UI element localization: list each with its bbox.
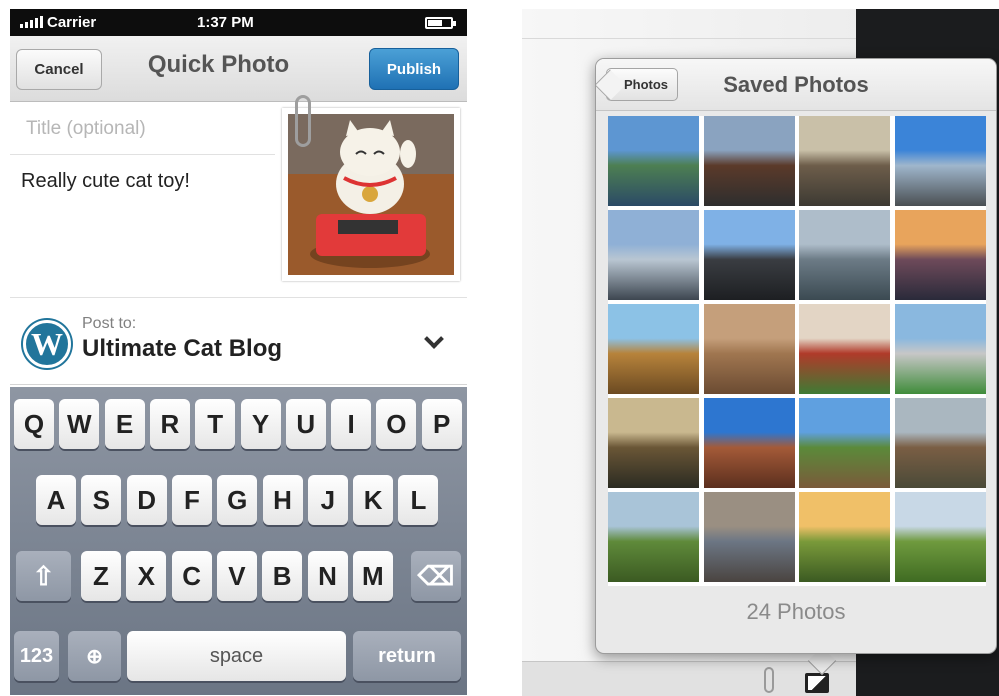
key-i[interactable]: I xyxy=(331,399,372,449)
keyboard-row-3: ⇧ ⌫ ZXCVBNM xyxy=(10,551,467,613)
divider xyxy=(522,38,856,39)
popover-navbar: Photos Saved Photos xyxy=(596,59,996,111)
post-body-field[interactable]: Really cute cat toy! xyxy=(21,170,190,193)
key-s[interactable]: S xyxy=(81,475,122,525)
photo-tile-stone-houses[interactable] xyxy=(894,398,986,488)
photo-tile-cloud-gate[interactable] xyxy=(608,210,699,300)
post-to-selector[interactable]: W Post to: Ultimate Cat Blog xyxy=(10,298,467,385)
page-title: Quick Photo xyxy=(147,51,290,78)
photo-tile-sunset-aerial[interactable] xyxy=(894,210,986,300)
key-r[interactable]: R xyxy=(149,399,190,449)
key-b[interactable]: B xyxy=(262,551,303,601)
compose-area: Title (optional) Really cute cat toy! xyxy=(10,95,467,298)
photo-tile-skyline-blue[interactable] xyxy=(894,116,986,206)
keyboard-row-2: ASDFGHJKL xyxy=(10,475,467,537)
key-h[interactable]: H xyxy=(262,475,303,525)
keyboard-row-1: QWERTYUIOP xyxy=(10,399,467,461)
photo-tile-college-arch[interactable] xyxy=(608,398,699,488)
cat-toy-photo xyxy=(288,114,454,275)
saved-photos-popover: Photos Saved Photos 24 Photos xyxy=(595,58,997,654)
iphone-screen: Carrier 1:37 PM Cancel Quick Photo Publi… xyxy=(10,9,467,695)
key-x[interactable]: X xyxy=(126,551,167,601)
photo-tile-tree-street[interactable] xyxy=(799,398,890,488)
photo-tile-ballpark[interactable] xyxy=(894,304,986,394)
title-field[interactable]: Title (optional) xyxy=(10,102,275,155)
paperclip-icon xyxy=(295,95,311,147)
attachment-icon[interactable] xyxy=(764,667,774,693)
keyboard: QWERTYUIOP ASDFGHJKL ⇧ ⌫ ZXCVBNM 123 ⊕ s… xyxy=(10,387,467,695)
key-v[interactable]: V xyxy=(216,551,257,601)
key-w[interactable]: W xyxy=(59,399,100,449)
key-j[interactable]: J xyxy=(307,475,348,525)
globe-icon[interactable]: ⊕ xyxy=(68,631,121,681)
photo-count: 24 Photos xyxy=(746,599,846,624)
image-icon[interactable] xyxy=(805,673,829,693)
photo-tile-teddy-bear[interactable] xyxy=(703,304,795,394)
key-a[interactable]: A xyxy=(36,475,76,525)
wordpress-logo-icon: W xyxy=(23,320,71,368)
photo-tile-golden-field[interactable] xyxy=(799,492,890,582)
popover-title: Saved Photos xyxy=(723,72,869,97)
key-z[interactable]: Z xyxy=(81,551,121,601)
photo-tile-lighter-pebbles[interactable] xyxy=(703,492,795,582)
photo-tile-city-waterfront[interactable] xyxy=(799,116,890,206)
photo-tile-skyscraper[interactable] xyxy=(703,210,795,300)
cancel-button[interactable]: Cancel xyxy=(16,49,102,90)
key-k[interactable]: K xyxy=(353,475,394,525)
carrier-label: Carrier xyxy=(47,14,97,31)
photo-tile-pumpkin-field[interactable] xyxy=(608,304,699,394)
space-key[interactable]: space xyxy=(127,631,346,681)
status-bar: Carrier 1:37 PM xyxy=(10,9,467,36)
key-o[interactable]: O xyxy=(376,399,417,449)
chevron-down-icon[interactable] xyxy=(424,329,444,349)
key-n[interactable]: N xyxy=(307,551,348,601)
key-d[interactable]: D xyxy=(126,475,167,525)
key-e[interactable]: E xyxy=(104,399,145,449)
photo-grid xyxy=(608,116,986,586)
quick-photo-navbar: Cancel Quick Photo Publish xyxy=(10,36,467,102)
photo-tile-chicago-street[interactable] xyxy=(703,116,795,206)
shift-key[interactable]: ⇧ xyxy=(16,551,71,601)
photo-tile-green-valley[interactable] xyxy=(608,492,699,582)
key-l[interactable]: L xyxy=(398,475,439,525)
signal-icon xyxy=(20,16,43,28)
photo-tile-stadium-red[interactable] xyxy=(799,304,890,394)
photos-back-button[interactable]: Photos xyxy=(606,68,678,101)
battery-icon xyxy=(425,16,456,29)
delete-key[interactable]: ⌫ xyxy=(411,551,461,601)
back-button-label: Photos xyxy=(623,77,669,92)
key-y[interactable]: Y xyxy=(240,399,281,449)
photo-tile-hill-panorama[interactable] xyxy=(894,492,986,582)
key-m[interactable]: M xyxy=(352,551,393,601)
key-p[interactable]: P xyxy=(421,399,462,449)
photo-tile-lake-reflection[interactable] xyxy=(608,116,699,206)
screenshot-root: Carrier 1:37 PM Cancel Quick Photo Publi… xyxy=(0,0,999,696)
blog-name: Ultimate Cat Blog xyxy=(82,335,283,362)
key-q[interactable]: Q xyxy=(14,399,54,449)
post-to-label: Post to: xyxy=(82,315,137,332)
keyboard-row-4: 123 ⊕ space return xyxy=(10,631,467,693)
publish-button[interactable]: Publish xyxy=(369,48,459,90)
photo-tile-aerial-harbor[interactable] xyxy=(799,210,890,300)
photo-tile-brick-building[interactable] xyxy=(703,398,795,488)
return-key[interactable]: return xyxy=(353,631,461,681)
numbers-key[interactable]: 123 xyxy=(14,631,59,681)
key-f[interactable]: F xyxy=(171,475,212,525)
key-u[interactable]: U xyxy=(285,399,326,449)
key-c[interactable]: C xyxy=(171,551,212,601)
key-g[interactable]: G xyxy=(217,475,258,525)
key-t[interactable]: T xyxy=(195,399,236,449)
clock: 1:37 PM xyxy=(197,14,254,31)
